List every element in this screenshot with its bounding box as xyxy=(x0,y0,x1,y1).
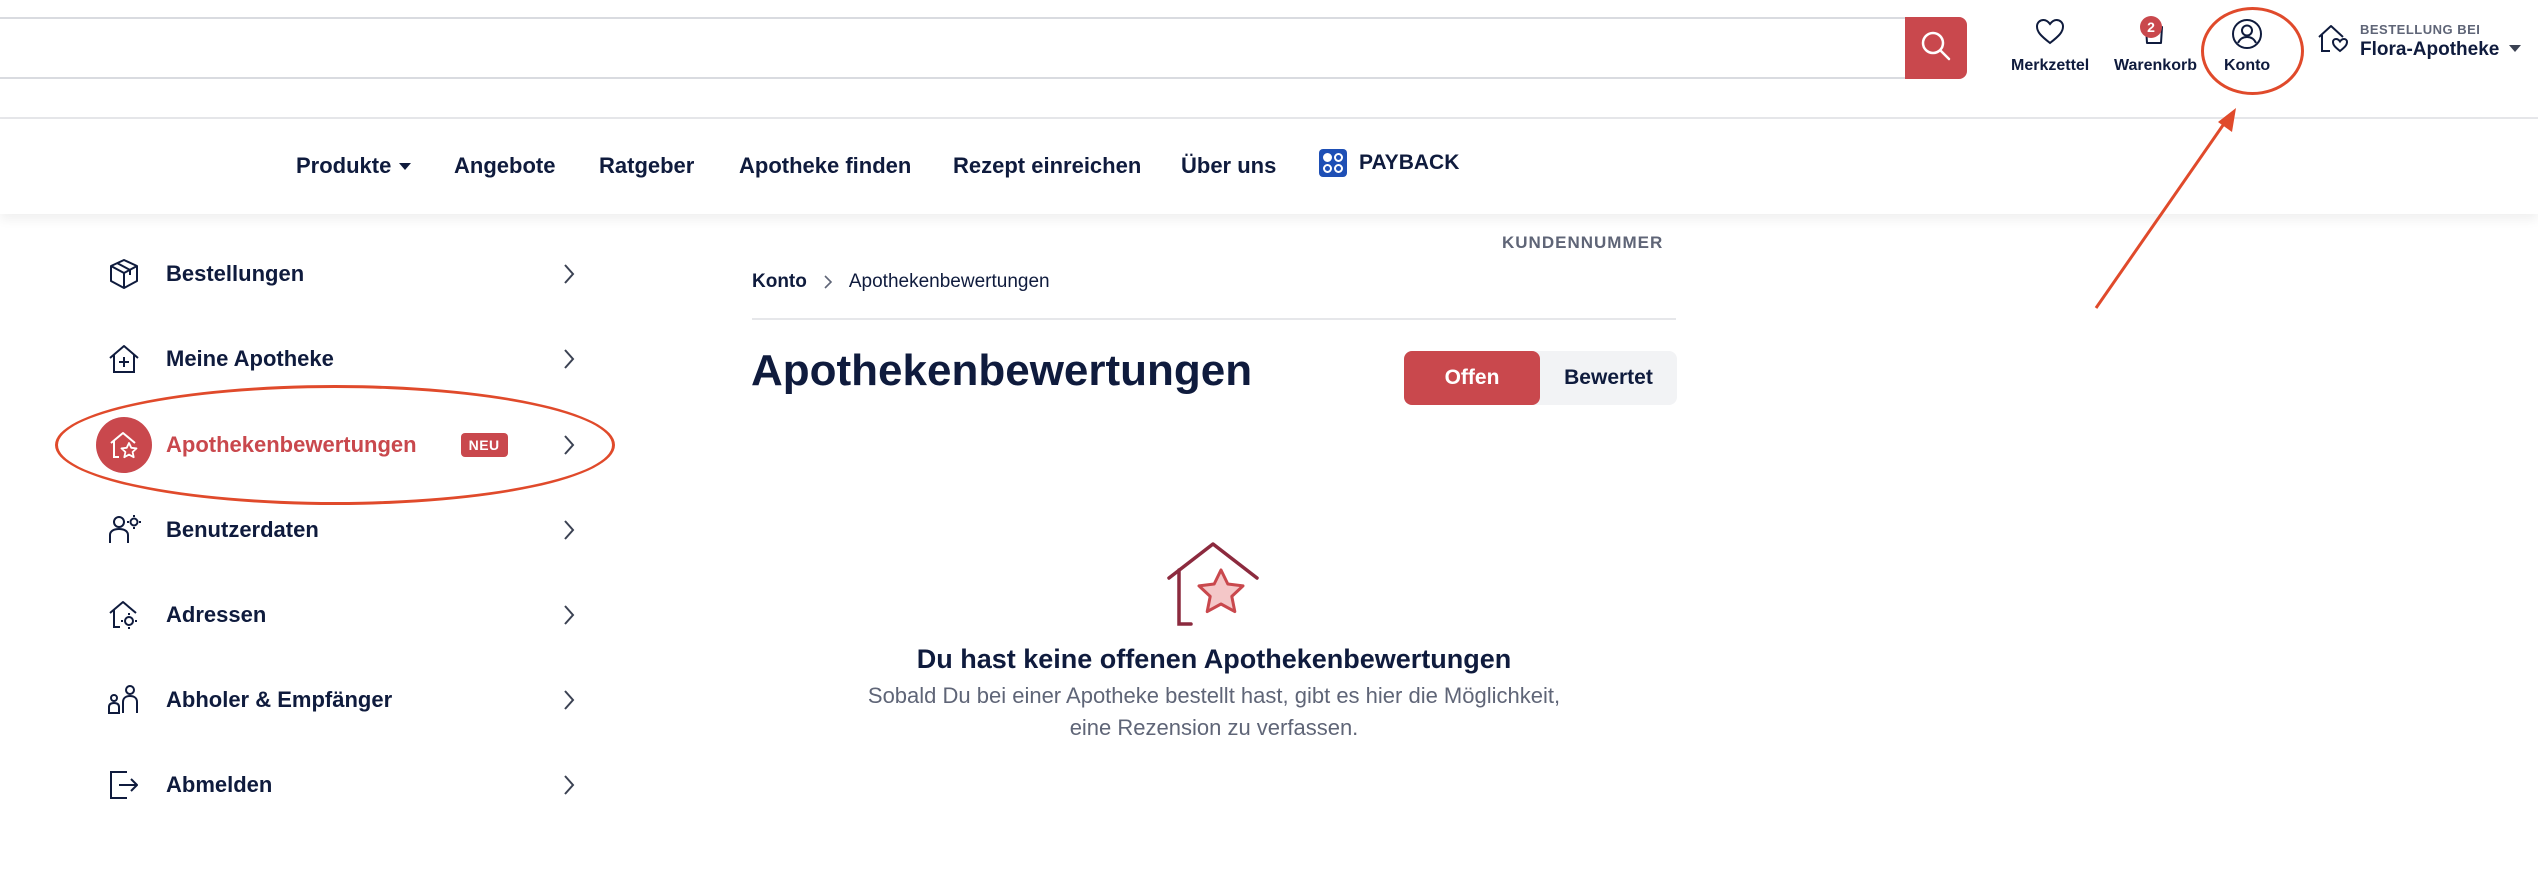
user-settings-icon xyxy=(96,502,152,558)
wishlist-label: Merkzettel xyxy=(2011,57,2090,74)
search-button[interactable] xyxy=(1905,17,1967,79)
sidebar-item-label: Bestellungen xyxy=(166,261,305,286)
search-input[interactable] xyxy=(0,19,1905,77)
nav-label: Produkte xyxy=(296,153,392,178)
chevron-down-icon xyxy=(2509,45,2522,52)
caret-down-icon xyxy=(399,162,412,170)
annotation-arrow xyxy=(2080,100,2250,325)
nav-label: PAYBACK xyxy=(1359,151,1460,174)
sidebar-item-abmelden[interactable]: Abmelden xyxy=(96,755,576,815)
pharmacy-prefix: BESTELLUNG BEI xyxy=(2360,22,2481,37)
nav-item-ueber-uns[interactable]: Über uns xyxy=(1181,153,1276,179)
tab-offen[interactable]: Offen xyxy=(1404,351,1540,405)
cart-label: Warenkorb xyxy=(2114,57,2197,74)
page-title: Apothekenbewertungen xyxy=(751,346,1253,395)
sidebar-item-meine-apotheke[interactable]: Meine Apotheke xyxy=(96,329,576,389)
sidebar-item-label: Abmelden xyxy=(166,772,273,797)
pharmacy-home-icon xyxy=(96,331,152,387)
sidebar-item-benutzerdaten[interactable]: Benutzerdaten xyxy=(96,500,576,560)
heart-icon xyxy=(2035,18,2065,51)
content-divider xyxy=(752,318,1676,320)
nav-label: Apotheke finden xyxy=(739,153,912,178)
sidebar-item-label: Meine Apotheke xyxy=(166,346,334,371)
sidebar-item-adressen[interactable]: Adressen xyxy=(96,585,576,645)
nav-item-apotheke-finden[interactable]: Apotheke finden xyxy=(739,153,911,179)
pickup-people-icon xyxy=(96,672,152,728)
sidebar-item-label: Benutzerdaten xyxy=(166,517,319,542)
sidebar-item-label: Abholer & Empfänger xyxy=(166,687,393,712)
search-box xyxy=(0,17,1905,79)
chevron-right-icon xyxy=(823,274,833,290)
pharmacy-name: Flora-Apotheke xyxy=(2360,39,2500,60)
cart-count-badge: 2 xyxy=(2140,16,2162,38)
wishlist-button[interactable]: Merkzettel xyxy=(2011,18,2089,75)
nav-label: Rezept einreichen xyxy=(953,153,1142,178)
breadcrumb-current: Apothekenbewertungen xyxy=(848,271,1050,292)
nav-label: Angebote xyxy=(454,153,556,178)
logout-icon xyxy=(96,757,152,813)
package-icon xyxy=(96,246,152,302)
nav-label: Ratgeber xyxy=(599,153,695,178)
pharmacy-selector[interactable]: BESTELLUNG BEI Flora-Apotheke xyxy=(2316,22,2522,61)
search-icon xyxy=(1920,30,1952,67)
pharmacy-heart-home-icon xyxy=(2316,23,2350,60)
sidebar-item-abholer-empfaenger[interactable]: Abholer & Empfänger xyxy=(96,670,576,730)
chevron-right-icon xyxy=(562,518,576,547)
chevron-right-icon xyxy=(562,262,576,291)
nav-item-produkte[interactable]: Produkte xyxy=(296,153,412,179)
nav-item-payback[interactable]: PAYBACK xyxy=(1319,149,1459,177)
annotation-circle-konto xyxy=(2201,7,2304,95)
address-home-icon xyxy=(96,587,152,643)
review-status-toggle: Offen Bewertet xyxy=(1404,351,1677,405)
chevron-right-icon xyxy=(562,603,576,632)
empty-state-house-star-icon xyxy=(1163,540,1263,635)
nav-item-angebote[interactable]: Angebote xyxy=(454,153,555,179)
tab-bewertet[interactable]: Bewertet xyxy=(1540,351,1677,405)
nav-item-ratgeber[interactable]: Ratgeber xyxy=(599,153,694,179)
nav-item-rezept-einreichen[interactable]: Rezept einreichen xyxy=(953,153,1141,179)
empty-state-subtitle: Sobald Du bei einer Apotheke bestellt ha… xyxy=(867,683,1561,740)
breadcrumb: Konto Apothekenbewertungen xyxy=(752,271,1050,293)
breadcrumb-konto[interactable]: Konto xyxy=(752,271,807,293)
sidebar-item-bestellungen[interactable]: Bestellungen xyxy=(96,244,576,304)
annotation-ellipse-sidebar xyxy=(55,385,615,505)
nav-label: Über uns xyxy=(1181,153,1277,178)
chevron-right-icon xyxy=(562,347,576,376)
empty-state-title: Du hast keine offenen Apothekenbewertung… xyxy=(916,644,1512,674)
sidebar-item-label: Adressen xyxy=(166,602,267,627)
customer-number-label: KUNDENNUMMER xyxy=(1502,233,1664,252)
payback-logo-icon xyxy=(1319,149,1347,177)
cart-button[interactable]: 2 Warenkorb xyxy=(2114,16,2197,75)
chevron-right-icon xyxy=(562,773,576,802)
chevron-right-icon xyxy=(562,688,576,717)
